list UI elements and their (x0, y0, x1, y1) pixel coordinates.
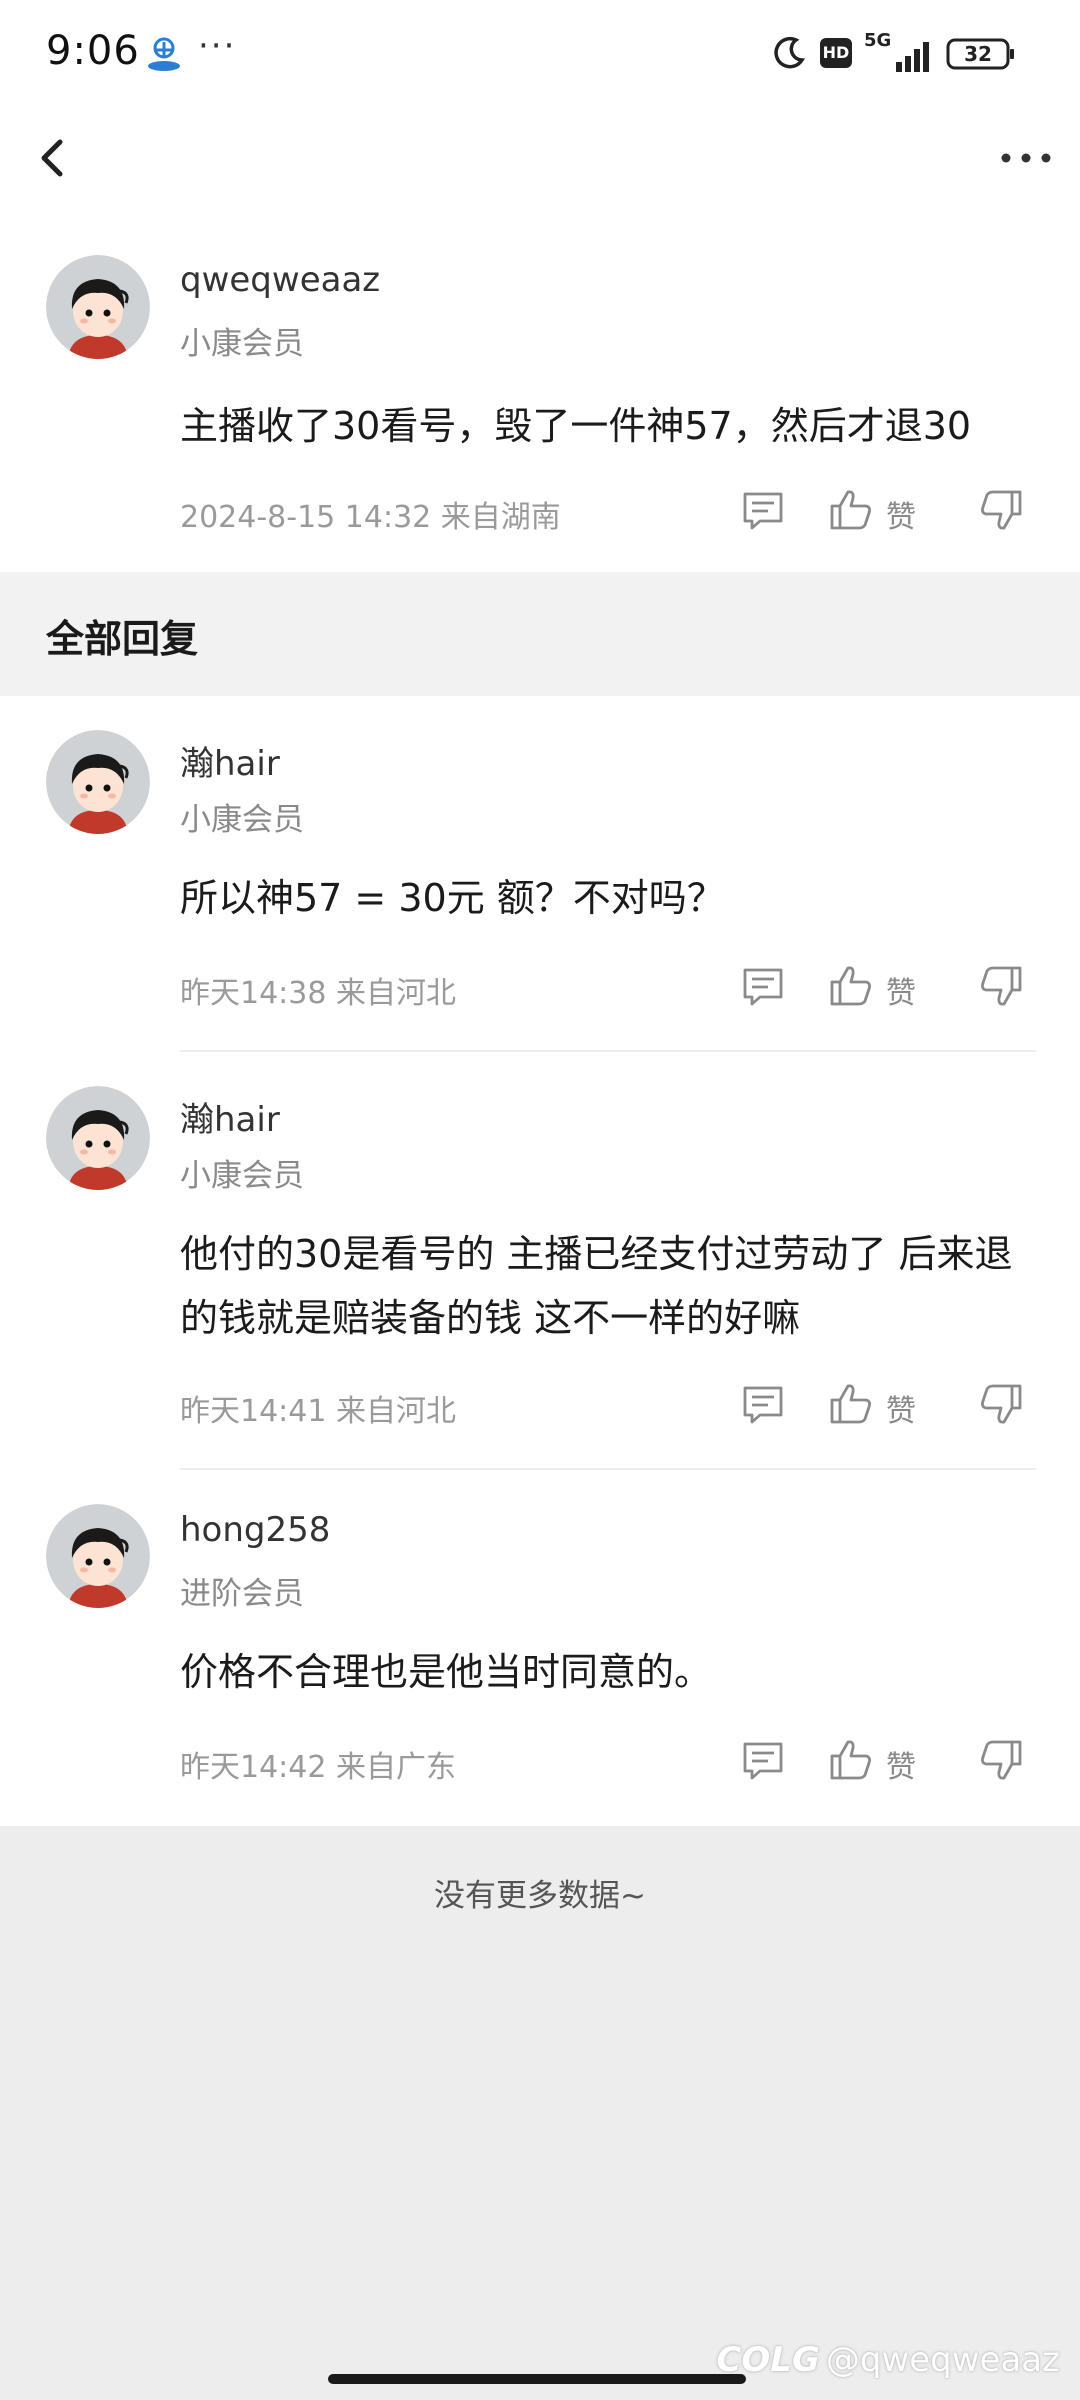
like-label[interactable]: 赞 (886, 1742, 916, 1786)
comment-icon[interactable] (740, 1738, 786, 1784)
thumb-up-icon[interactable] (828, 962, 874, 1008)
comment-icon[interactable] (740, 1382, 786, 1428)
username[interactable]: 瀚hair (180, 736, 280, 785)
comment-icon[interactable] (740, 488, 786, 534)
no-more-data: 没有更多数据~ (434, 1878, 646, 1914)
avatar[interactable] (46, 255, 150, 359)
reply-text: 他付的30是看号的 主播已经支付过劳动了 后来退的钱就是赔装备的钱 这不一样的好… (180, 1232, 1013, 1340)
status-bar: 9:06 ··· HD 5G 32 (0, 0, 1080, 108)
avatar[interactable] (46, 1086, 150, 1190)
comment-meta: 2024-8-15 14:32 来自湖南 (180, 500, 561, 535)
member-level: 小康会员 (180, 326, 304, 362)
like-label[interactable]: 赞 (886, 968, 916, 1012)
home-indicator[interactable] (328, 2374, 746, 2384)
thumb-up-icon[interactable] (828, 1380, 874, 1426)
reply-item: hong258 进阶会员 价格不合理也是他当时同意的。 昨天14:42 来自广东… (0, 1470, 1080, 1826)
footer-area: 没有更多数据~ COLG @qweqweaaz (0, 1826, 1080, 2400)
watermark-user: @qweqweaaz (825, 2340, 1060, 2380)
signal-icon (896, 42, 929, 72)
reply-text: 所以神57 = 30元 额？不对吗？ (180, 876, 725, 920)
comment-icon[interactable] (740, 964, 786, 1010)
reply-meta: 昨天14:41 来自河北 (180, 1394, 456, 1429)
status-more-dots: ··· (198, 26, 237, 66)
member-level: 小康会员 (180, 1158, 304, 1194)
reply-item: 瀚hair 小康会员 所以神57 = 30元 额？不对吗？ 昨天14:38 来自… (0, 696, 1080, 1052)
thumb-up-icon[interactable] (828, 1736, 874, 1782)
username[interactable]: qweqweaaz (180, 260, 380, 300)
member-level: 小康会员 (180, 802, 304, 838)
reply-meta: 昨天14:42 来自广东 (180, 1750, 456, 1785)
reply-meta: 昨天14:38 来自河北 (180, 976, 456, 1011)
username[interactable]: hong258 (180, 1510, 330, 1550)
username[interactable]: 瀚hair (180, 1092, 280, 1141)
section-title: 全部回复 (46, 617, 199, 661)
thumb-down-icon[interactable] (978, 1738, 1024, 1784)
replies-section-header: 全部回复 (0, 572, 1080, 696)
comment-text: 主播收了30看号，毁了一件神57，然后才退30 (180, 404, 972, 448)
like-label[interactable]: 赞 (886, 492, 916, 536)
main-comment: qweqweaaz 小康会员 主播收了30看号，毁了一件神57，然后才退30 2… (0, 240, 1080, 572)
thumb-up-icon[interactable] (828, 486, 874, 532)
reply-text: 价格不合理也是他当时同意的。 (180, 1650, 713, 1694)
like-label[interactable]: 赞 (886, 1386, 916, 1430)
member-level: 进阶会员 (180, 1576, 304, 1612)
avatar[interactable] (46, 1504, 150, 1608)
thumb-down-icon[interactable] (978, 488, 1024, 534)
watermark: COLG @qweqweaaz (716, 2340, 1060, 2380)
thumb-down-icon[interactable] (978, 964, 1024, 1010)
status-time: 9:06 (46, 28, 140, 74)
thumb-down-icon[interactable] (978, 1382, 1024, 1428)
back-icon[interactable] (30, 134, 78, 182)
hd-icon: HD (820, 38, 852, 68)
reply-item: 瀚hair 小康会员 他付的30是看号的 主播已经支付过劳动了 后来退的钱就是赔… (0, 1052, 1080, 1470)
moon-icon (774, 36, 806, 69)
carrier-icon (148, 37, 180, 71)
nav-bar (0, 118, 1080, 198)
battery-level: 32 (964, 42, 992, 66)
avatar[interactable] (46, 730, 150, 834)
more-icon[interactable] (998, 140, 1054, 176)
